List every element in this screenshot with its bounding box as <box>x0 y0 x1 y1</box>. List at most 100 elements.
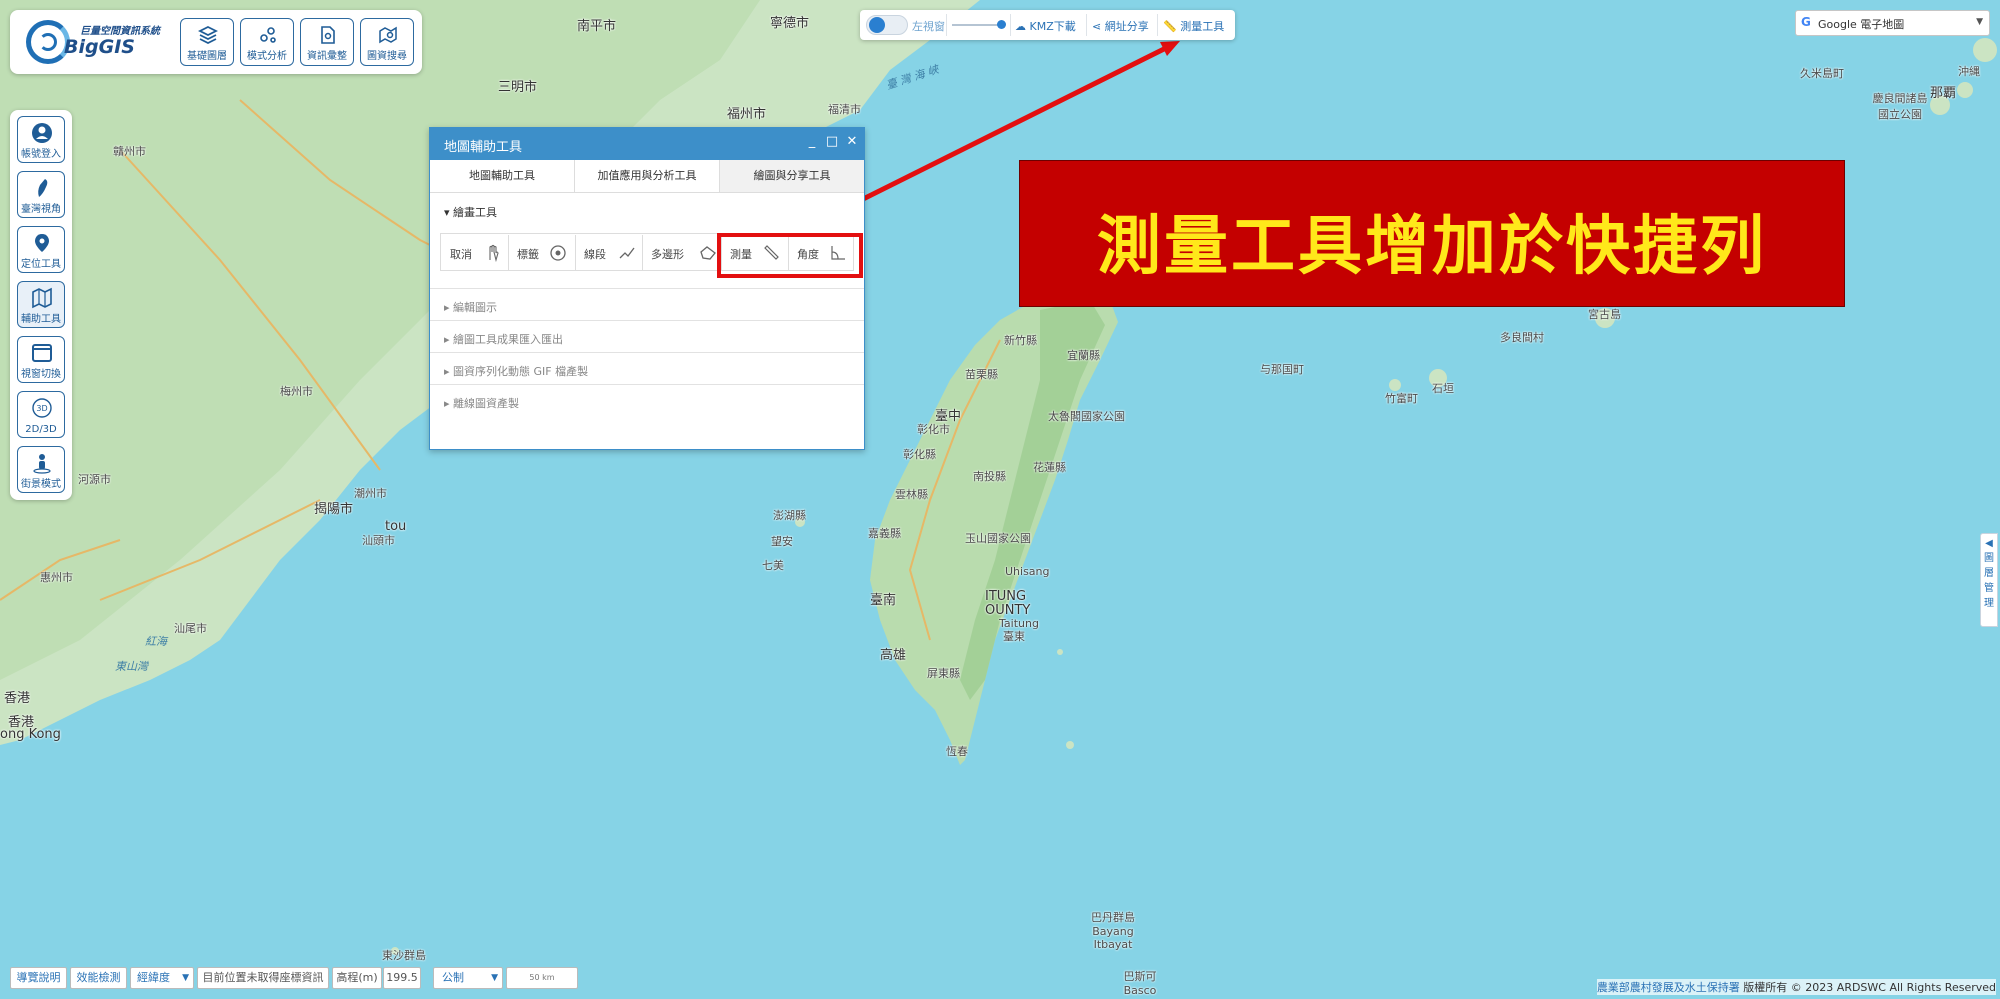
sidebar-item-window-switch[interactable]: 視窗切換 <box>17 336 65 383</box>
header-panel: 巨量空間資訊系統 BigGIS 基礎圖層 模式分析 資訊彙整 圖資搜尋 <box>10 10 422 74</box>
close-button[interactable]: ✕ <box>844 134 860 152</box>
basemap-value: Google 電子地圖 <box>1818 18 1905 31</box>
toolbar-divider <box>946 14 947 36</box>
map-label-island: 久米島町 <box>1800 67 1844 80</box>
tab-draw-share[interactable]: 繪圖與分享工具 <box>720 160 864 192</box>
kmz-download-button[interactable]: ☁ KMZ下載 <box>1015 18 1076 34</box>
draw-tools-section-toggle[interactable]: ▾ 繪畫工具 <box>444 204 497 220</box>
layer-manager-tab[interactable]: ◀ 圖 層 管 理 <box>1980 533 1998 627</box>
map-label-city: 潮州市 <box>354 487 387 500</box>
map-label-city: 彰化縣 <box>903 448 936 461</box>
measure-tool-panel-button[interactable]: 測量 <box>722 235 789 271</box>
accordion-label: 繪圖工具成果匯入匯出 <box>453 333 564 346</box>
accordion-label: 離線圖資產製 <box>453 397 520 410</box>
sidebar-item-login[interactable]: 帳號登入 <box>17 116 65 163</box>
accordion-label: 圖資序列化動態 GIF 檔產製 <box>453 365 589 378</box>
model-analysis-label: 模式分析 <box>247 51 287 62</box>
info-summary-button[interactable]: 資訊彙整 <box>300 18 354 66</box>
google-icon: G <box>1801 15 1811 29</box>
unit-value: 公制 <box>442 971 464 984</box>
angle-tool-button[interactable]: 角度 <box>789 235 853 271</box>
location-pin-icon <box>35 234 49 252</box>
map-label-city: 梅州市 <box>280 385 313 398</box>
map-label-city: Uhisang <box>1005 565 1050 578</box>
panel-tabs: 地圖輔助工具 加值應用與分析工具 繪圖與分享工具 <box>430 160 864 193</box>
tab-value-added[interactable]: 加值應用與分析工具 <box>575 160 720 192</box>
sidebar-item-locate[interactable]: 定位工具 <box>17 226 65 273</box>
model-analysis-button[interactable]: 模式分析 <box>240 18 294 66</box>
basemap-select[interactable]: G Google 電子地圖 ▼ <box>1795 10 1990 36</box>
map-label-city: 揭陽市 <box>314 502 354 517</box>
map-label-park: 玉山國家公園 <box>965 532 1031 545</box>
performance-check-button[interactable]: 效能檢測 <box>70 967 127 989</box>
measure-tool-button[interactable]: 📏 測量工具 <box>1163 18 1224 34</box>
map-label-island: 石垣 <box>1432 382 1454 395</box>
map-aux-tools-panel: 地圖輔助工具 _ □ ✕ 地圖輔助工具 加值應用與分析工具 繪圖與分享工具 ▾ … <box>429 127 865 450</box>
target-icon <box>550 245 566 261</box>
chevron-down-icon: ▼ <box>182 973 189 983</box>
elevation-label: 高程(m) <box>332 967 382 989</box>
left-view-toggle[interactable] <box>866 15 908 35</box>
cloud-download-icon: ☁ <box>1015 20 1026 33</box>
polygon-icon <box>700 246 716 260</box>
map-label-city: 三明市 <box>498 80 538 95</box>
map-label-park: 太魯閣國家公園 <box>1048 410 1125 423</box>
maximize-button[interactable]: □ <box>824 134 840 152</box>
label-tool-button[interactable]: 標籤 <box>509 235 576 271</box>
map-label-city: 汕頭市 <box>362 534 395 547</box>
toolbar-divider <box>1157 14 1158 36</box>
share-url-label: 網址分享 <box>1104 20 1149 33</box>
sidebar-item-taiwan-view[interactable]: 臺灣視角 <box>17 171 65 218</box>
logo-subtitle: 巨量空間資訊系統 <box>80 26 160 37</box>
map-label-city: 苗栗縣 <box>965 368 998 381</box>
polyline-icon <box>619 247 635 259</box>
analysis-icon <box>260 27 276 43</box>
cancel-tool-label: 取消 <box>450 248 472 261</box>
accordion-gif-export[interactable]: ▸ 圖資序列化動態 GIF 檔產製 <box>430 352 864 385</box>
sidebar-item-label: 帳號登入 <box>21 149 61 160</box>
panel-header[interactable]: 地圖輔助工具 _ □ ✕ <box>430 128 864 160</box>
map-label-island: 宮古島 <box>1588 308 1621 321</box>
tab-map-aux[interactable]: 地圖輔助工具 <box>430 160 575 192</box>
guide-button[interactable]: 導覽說明 <box>10 967 67 989</box>
map-label-island: 巴丹群島 Bayang Itbayat <box>1091 911 1135 951</box>
accordion-offline-maps[interactable]: ▸ 離線圖資產製 <box>430 384 864 417</box>
accordion-label: 編輯圖示 <box>453 301 498 314</box>
map-search-button[interactable]: 圖資搜尋 <box>360 18 414 66</box>
coord-type-select[interactable]: 經緯度 ▼ <box>130 967 194 989</box>
share-icon: ⋖ <box>1092 20 1102 33</box>
line-tool-button[interactable]: 線段 <box>576 235 643 271</box>
map-label-sea: 紅海 <box>145 635 167 648</box>
map-label-city: 澎湖縣 <box>773 509 806 522</box>
minimize-button[interactable]: _ <box>804 134 820 152</box>
sidebar-item-street-view[interactable]: 街景模式 <box>17 446 65 493</box>
layers-icon <box>198 25 218 45</box>
label-tool-label: 標籤 <box>517 248 539 261</box>
map-label-city: 屏東縣 <box>927 667 960 680</box>
sidebar-item-2d3d[interactable]: 3D 2D/3D <box>17 391 65 438</box>
agency-link[interactable]: 農業部農村發展及水土保持署 <box>1597 981 1740 994</box>
unit-select[interactable]: 公制 ▼ <box>433 967 503 989</box>
caret-right-icon: ▸ <box>444 333 454 346</box>
left-view-label: 左視窗 <box>912 20 945 33</box>
toolbar-divider <box>1010 14 1011 36</box>
map-canvas[interactable] <box>0 0 2000 999</box>
window-icon <box>32 344 52 362</box>
map-label-city: 宜蘭縣 <box>1067 349 1100 362</box>
map-label-city: 望安 <box>771 535 793 548</box>
line-tool-label: 線段 <box>584 248 606 261</box>
taiwan-icon <box>38 179 48 197</box>
share-url-button[interactable]: ⋖ 網址分享 <box>1092 18 1149 34</box>
slider-handle[interactable] <box>997 20 1006 29</box>
svg-text:3D: 3D <box>36 404 47 413</box>
sidebar-item-aux-tools[interactable]: 輔助工具 <box>17 281 65 328</box>
base-layers-button[interactable]: 基礎圖層 <box>180 18 234 66</box>
opacity-slider[interactable] <box>952 20 1006 29</box>
polygon-tool-button[interactable]: 多邊形 <box>643 235 722 271</box>
map-label-island: 沖縄 <box>1958 65 1980 78</box>
accordion-edit-icons[interactable]: ▸ 編輯圖示 <box>430 288 864 321</box>
cancel-tool-button[interactable]: 取消 <box>442 235 509 271</box>
accordion-import-export[interactable]: ▸ 繪圖工具成果匯入匯出 <box>430 320 864 353</box>
panel-title: 地圖輔助工具 <box>444 140 523 155</box>
coord-readout: 目前位置未取得座標資訊 <box>197 967 329 989</box>
